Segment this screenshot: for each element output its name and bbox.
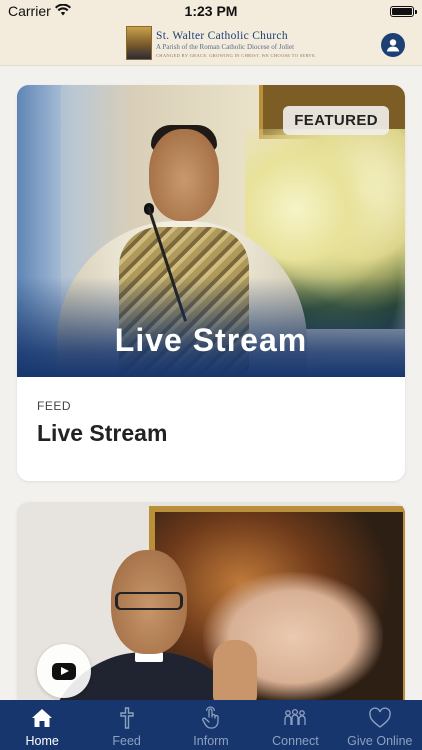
- play-video-button[interactable]: [37, 644, 91, 698]
- card-category: FEED: [37, 399, 72, 413]
- tab-feed[interactable]: Feed: [84, 700, 168, 750]
- thumbnail-priest-hand: [213, 640, 257, 700]
- account-button[interactable]: [381, 33, 405, 57]
- org-subtitle: A Parish of the Roman Catholic Diocese o…: [156, 43, 295, 51]
- org-title-block: St. Walter Catholic Church A Parish of t…: [156, 30, 316, 58]
- org-name: St. Walter Catholic Church: [156, 30, 288, 42]
- feed-card-video[interactable]: [17, 502, 405, 700]
- home-feed[interactable]: Live Stream FEATURED FEED Live Stream: [0, 66, 422, 700]
- card-thumbnail[interactable]: Live Stream FEATURED: [17, 85, 405, 377]
- glasses-icon: [115, 592, 183, 610]
- tab-bar: Home Feed Inform Connect Give Online: [0, 700, 422, 750]
- battery-icon: [390, 5, 417, 17]
- person-circle-icon: [386, 39, 400, 52]
- heart-icon: [367, 706, 393, 730]
- tab-home[interactable]: Home: [0, 700, 84, 750]
- thumbnail-priest-face: [149, 129, 219, 221]
- featured-badge: FEATURED: [283, 106, 389, 135]
- youtube-play-icon: [52, 662, 76, 680]
- tab-label: Home: [25, 734, 59, 748]
- card-body: FEED Live Stream: [17, 377, 405, 447]
- thumbnail-overlay-title: Live Stream: [114, 322, 308, 358]
- status-bar: Carrier 1:23 PM: [0, 0, 422, 22]
- tap-hand-icon: [198, 706, 224, 730]
- tab-label: Feed: [112, 734, 141, 748]
- tab-inform[interactable]: Inform: [169, 700, 253, 750]
- app-header: St. Walter Catholic Church A Parish of t…: [0, 22, 422, 66]
- carrier-label: Carrier: [8, 3, 51, 19]
- people-icon: [282, 706, 308, 730]
- tab-label: Give Online: [347, 734, 413, 748]
- tab-label: Connect: [272, 734, 319, 748]
- status-left: Carrier: [8, 3, 71, 19]
- church-logo-icon: [126, 26, 152, 60]
- tab-give-online[interactable]: Give Online: [338, 700, 422, 750]
- cross-icon: [114, 706, 140, 730]
- feed-card-live-stream[interactable]: Live Stream FEATURED FEED Live Stream: [17, 85, 405, 481]
- battery-fill: [392, 7, 412, 15]
- card-thumbnail[interactable]: [17, 502, 405, 700]
- tab-label: Inform: [193, 734, 229, 748]
- card-title[interactable]: Live Stream: [37, 420, 385, 447]
- home-icon: [29, 706, 55, 730]
- wifi-icon: [54, 3, 71, 19]
- tab-connect[interactable]: Connect: [253, 700, 337, 750]
- org-motto: CHANGED BY GRACE. GROWING IN CHRIST. WE …: [156, 53, 317, 58]
